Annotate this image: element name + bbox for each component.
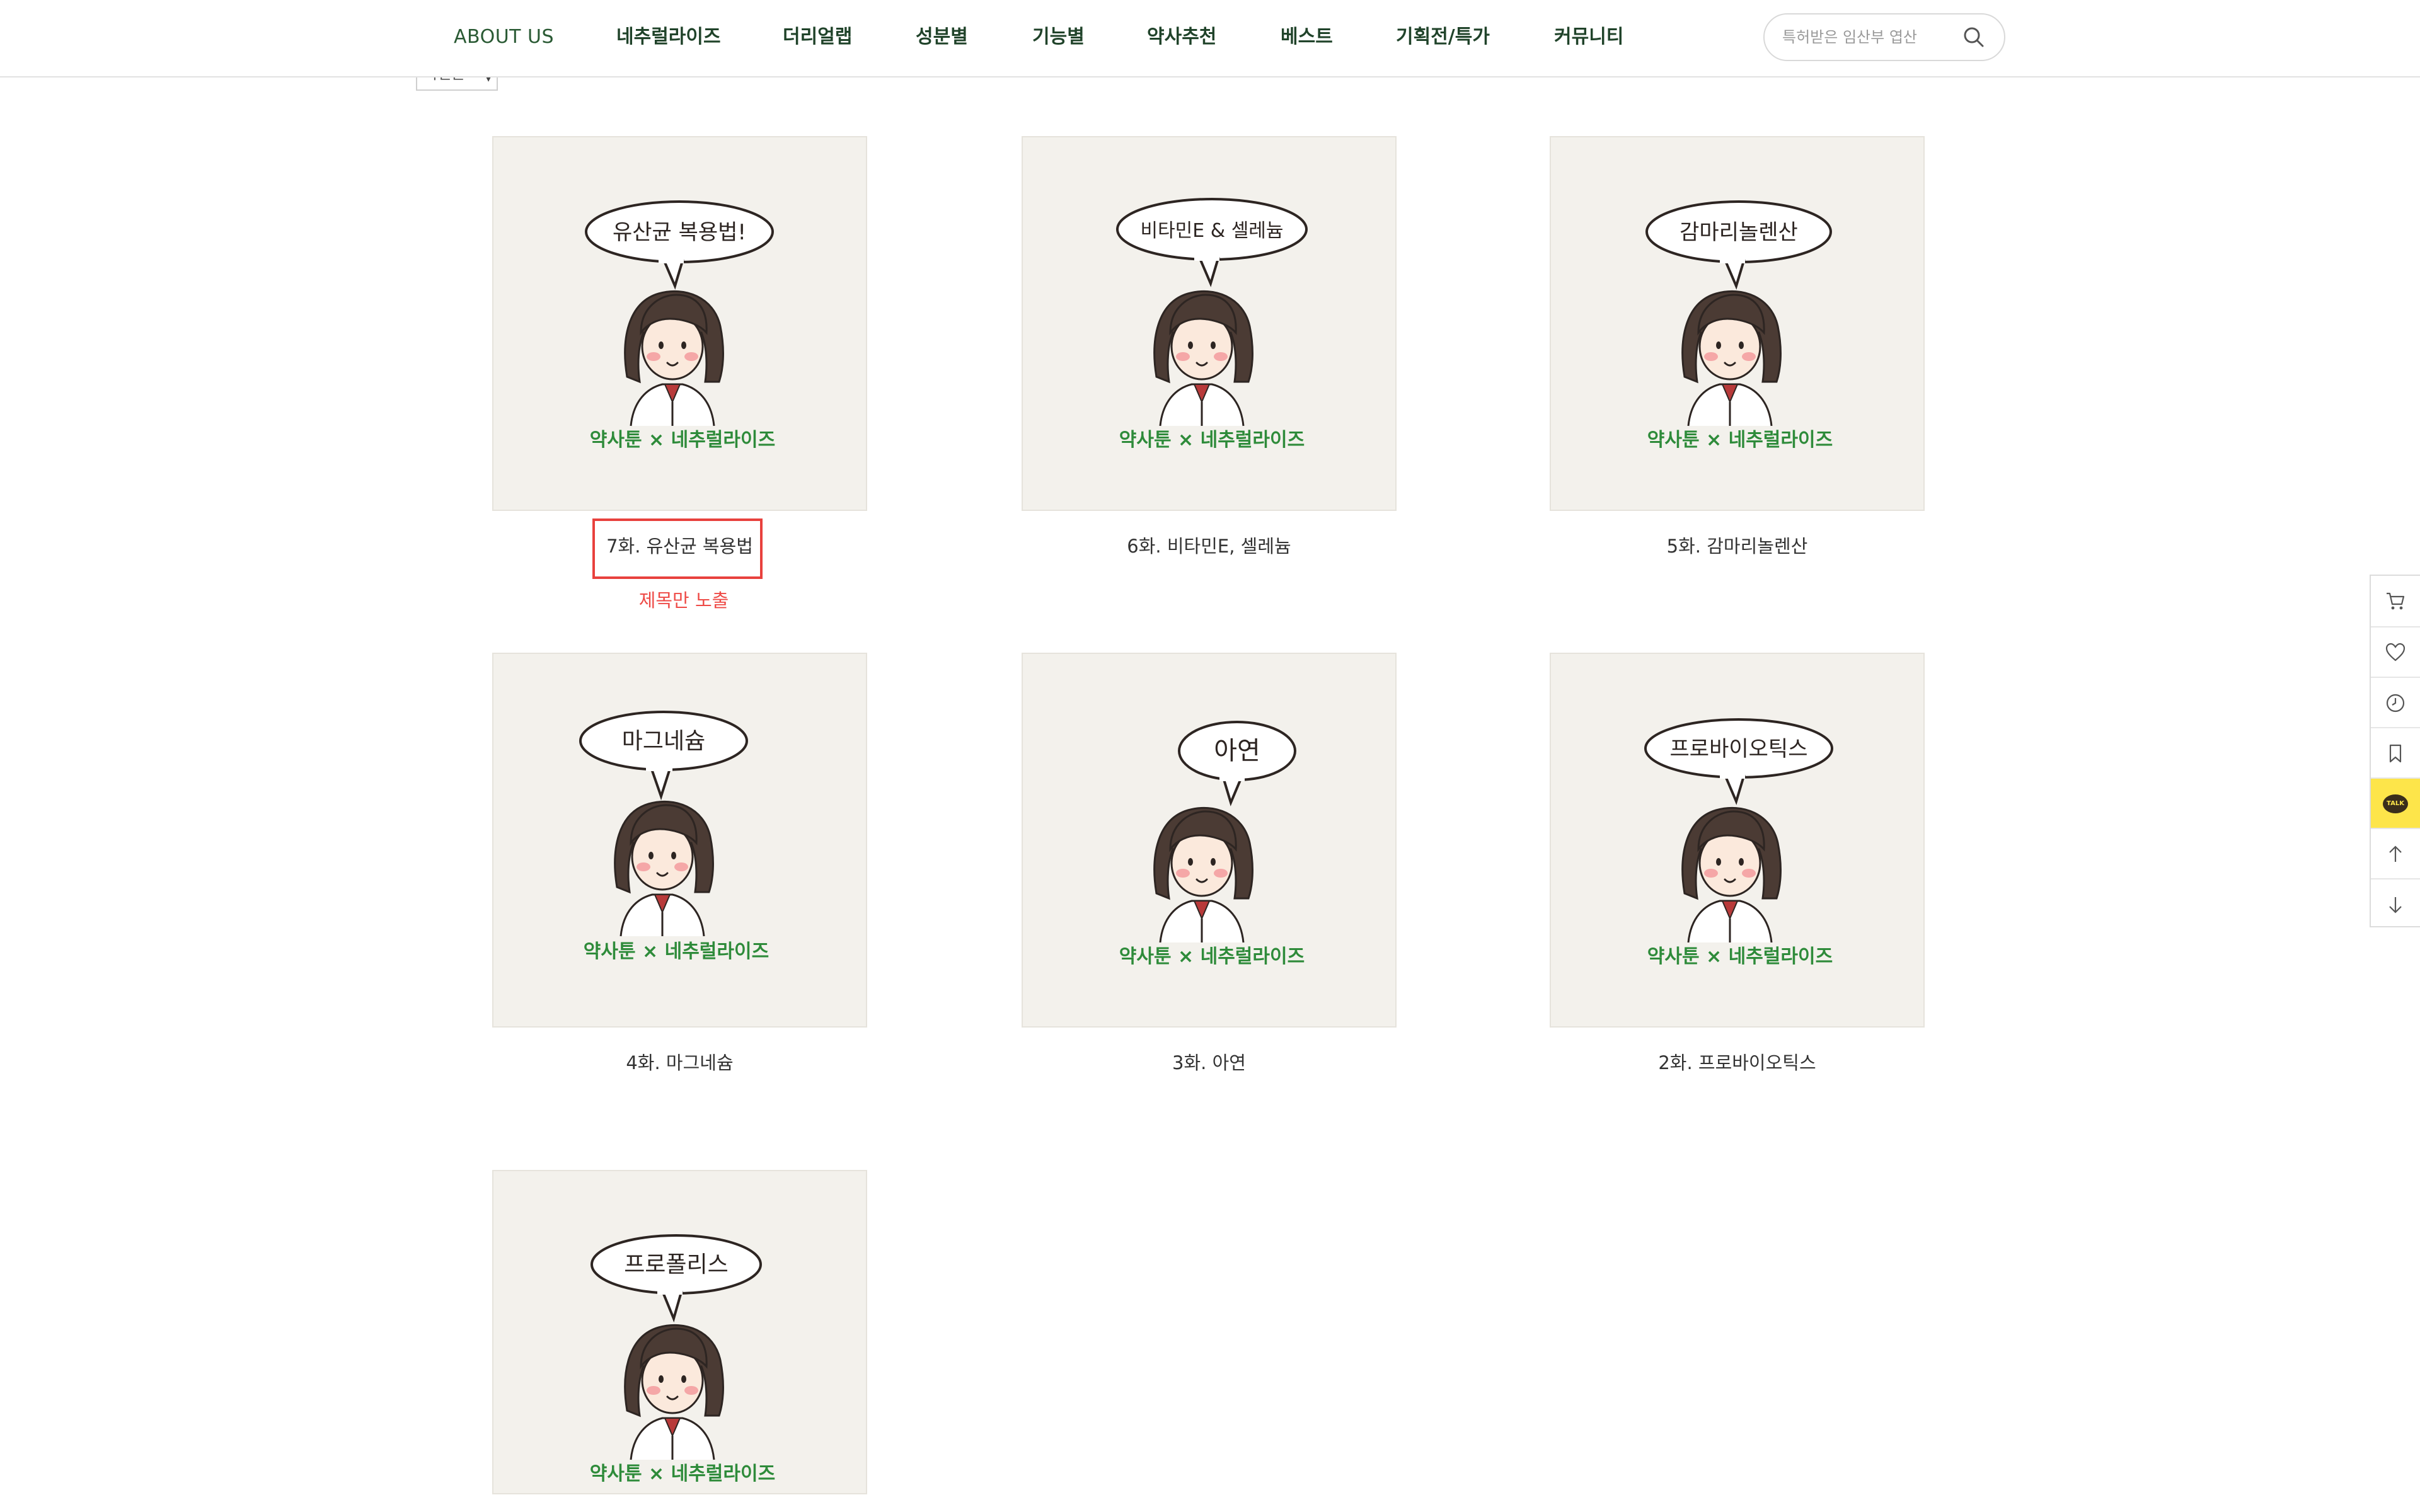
thumbnail-caption: 약사툰 × 네추럴라이즈: [1647, 429, 1833, 451]
webtoon-thumbnail-5[interactable]: 아연 약사툰 × 네추럴라이즈: [1022, 653, 1397, 1028]
thumbnail-caption: 약사툰 × 네추럴라이즈: [1647, 946, 1833, 968]
speech-bubble-text: 감마리놀렌산: [1680, 220, 1798, 245]
nav-by-function[interactable]: 기능별: [1032, 0, 1085, 74]
bookmark-icon[interactable]: [2371, 727, 2420, 779]
arrow-up-icon[interactable]: [2371, 828, 2420, 879]
webtoon-thumbnail-7[interactable]: 프로폴리스 약사툰 × 네추럴라이즈: [492, 1170, 867, 1494]
clock-icon[interactable]: [2371, 677, 2420, 728]
thumbnail-caption: 약사툰 × 네추럴라이즈: [1119, 946, 1305, 968]
webtoon-title[interactable]: 6화. 비타민E, 셀레늄: [1022, 532, 1397, 558]
nav-special-sale[interactable]: 기획전/특가: [1396, 0, 1490, 74]
nav-pharmacist-pick[interactable]: 약사추천: [1147, 0, 1216, 74]
nav-best[interactable]: 베스트: [1281, 0, 1333, 74]
kakao-talk-icon[interactable]: TALK: [2371, 777, 2420, 829]
nav-naturalize[interactable]: 네추럴라이즈: [616, 0, 721, 74]
annotation-highlight-box: [592, 518, 763, 579]
search-box: [1763, 13, 2005, 61]
quick-menu-bar: TALK: [2370, 575, 2420, 927]
webtoon-thumbnail-4[interactable]: 마그네슘 약사툰 × 네추럴라이즈: [492, 653, 867, 1028]
webtoon-title[interactable]: 4화. 마그네슘: [492, 1048, 867, 1075]
search-input[interactable]: [1781, 22, 1960, 52]
nav-about-us[interactable]: ABOUT US: [454, 0, 554, 74]
speech-bubble-text: 프로바이오틱스: [1670, 736, 1808, 762]
kakao-talk-label: TALK: [2383, 794, 2408, 813]
heart-icon[interactable]: [2371, 626, 2420, 678]
nav-the-real-lab[interactable]: 더리얼랩: [783, 0, 852, 74]
search-icon[interactable]: [1960, 23, 1988, 51]
speech-bubble-text: 프로폴리스: [624, 1252, 729, 1278]
speech-bubble-text: 아연: [1214, 736, 1260, 765]
speech-bubble-text: 비타민E & 셀레늄: [1140, 220, 1283, 242]
webtoon-thumbnail-3[interactable]: 감마리놀렌산 약사툰 × 네추럴라이즈: [1550, 136, 1925, 511]
nav-community[interactable]: 커뮤니티: [1554, 0, 1623, 74]
webtoon-thumbnail-6[interactable]: 프로바이오틱스 약사툰 × 네추럴라이즈: [1550, 653, 1925, 1028]
thumbnail-caption: 약사툰 × 네추럴라이즈: [584, 941, 769, 963]
annotation-note: 제목만 노출: [638, 590, 729, 611]
thumbnail-caption: 약사툰 × 네추럴라이즈: [1119, 429, 1305, 451]
thumbnail-caption: 약사툰 × 네추럴라이즈: [590, 1463, 775, 1485]
cart-icon[interactable]: [2371, 576, 2420, 626]
nav-by-ingredient[interactable]: 성분별: [916, 0, 968, 74]
top-navigation: ABOUT US 네추럴라이즈 더리얼랩 성분별 기능별 약사추천 베스트 기획…: [0, 0, 2420, 77]
webtoon-thumbnail-2[interactable]: 비타민E & 셀레늄 약사툰 × 네추럴라이즈: [1022, 136, 1397, 511]
arrow-down-icon[interactable]: [2371, 878, 2420, 930]
webtoon-title[interactable]: 3화. 아연: [1022, 1048, 1397, 1075]
speech-bubble-text: 마그네슘: [622, 728, 705, 754]
speech-bubble-text: 유산균 복용법!: [613, 220, 746, 245]
webtoon-thumbnail-1[interactable]: 유산균 복용법! 약사툰 × 네추럴라이즈: [492, 136, 867, 511]
webtoon-title[interactable]: 5화. 감마리놀렌산: [1550, 532, 1925, 558]
webtoon-title[interactable]: 2화. 프로바이오틱스: [1550, 1048, 1925, 1075]
thumbnail-caption: 약사툰 × 네추럴라이즈: [590, 429, 775, 451]
